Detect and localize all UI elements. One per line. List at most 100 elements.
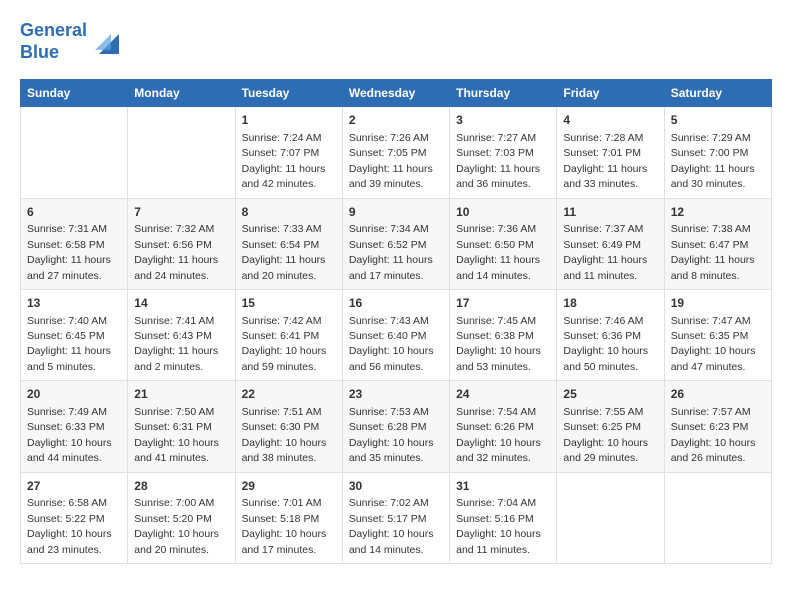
day-info: Sunrise: 7:49 AM Sunset: 6:33 PM Dayligh… — [27, 406, 112, 464]
calendar-cell: 23 Sunrise: 7:53 AM Sunset: 6:28 PM Dayl… — [342, 381, 449, 472]
day-info: Sunrise: 7:01 AM Sunset: 5:18 PM Dayligh… — [242, 497, 327, 555]
calendar-cell — [557, 472, 664, 563]
day-info: Sunrise: 7:24 AM Sunset: 7:07 PM Dayligh… — [242, 132, 326, 190]
day-info: Sunrise: 7:45 AM Sunset: 6:38 PM Dayligh… — [456, 315, 541, 373]
calendar-cell: 25 Sunrise: 7:55 AM Sunset: 6:25 PM Dayl… — [557, 381, 664, 472]
calendar-cell: 12 Sunrise: 7:38 AM Sunset: 6:47 PM Dayl… — [664, 198, 771, 289]
calendar-cell: 15 Sunrise: 7:42 AM Sunset: 6:41 PM Dayl… — [235, 289, 342, 380]
day-number: 3 — [456, 112, 550, 129]
weekday-header-tuesday: Tuesday — [235, 80, 342, 107]
day-number: 2 — [349, 112, 443, 129]
calendar-cell: 26 Sunrise: 7:57 AM Sunset: 6:23 PM Dayl… — [664, 381, 771, 472]
day-number: 18 — [563, 295, 657, 312]
day-info: Sunrise: 7:47 AM Sunset: 6:35 PM Dayligh… — [671, 315, 756, 373]
day-number: 22 — [242, 386, 336, 403]
day-number: 1 — [242, 112, 336, 129]
day-number: 7 — [134, 204, 228, 221]
calendar-cell: 27 Sunrise: 6:58 AM Sunset: 5:22 PM Dayl… — [21, 472, 128, 563]
calendar-week-2: 6 Sunrise: 7:31 AM Sunset: 6:58 PM Dayli… — [21, 198, 772, 289]
calendar-cell: 18 Sunrise: 7:46 AM Sunset: 6:36 PM Dayl… — [557, 289, 664, 380]
calendar-cell: 3 Sunrise: 7:27 AM Sunset: 7:03 PM Dayli… — [450, 107, 557, 198]
calendar-cell: 30 Sunrise: 7:02 AM Sunset: 5:17 PM Dayl… — [342, 472, 449, 563]
calendar-cell — [128, 107, 235, 198]
calendar-cell: 24 Sunrise: 7:54 AM Sunset: 6:26 PM Dayl… — [450, 381, 557, 472]
day-number: 29 — [242, 478, 336, 495]
day-number: 20 — [27, 386, 121, 403]
weekday-header-friday: Friday — [557, 80, 664, 107]
day-number: 23 — [349, 386, 443, 403]
day-info: Sunrise: 7:32 AM Sunset: 6:56 PM Dayligh… — [134, 223, 218, 281]
day-info: Sunrise: 7:29 AM Sunset: 7:00 PM Dayligh… — [671, 132, 755, 190]
calendar-table: SundayMondayTuesdayWednesdayThursdayFrid… — [20, 79, 772, 564]
day-number: 30 — [349, 478, 443, 495]
calendar-cell: 6 Sunrise: 7:31 AM Sunset: 6:58 PM Dayli… — [21, 198, 128, 289]
day-number: 5 — [671, 112, 765, 129]
calendar-cell: 1 Sunrise: 7:24 AM Sunset: 7:07 PM Dayli… — [235, 107, 342, 198]
day-info: Sunrise: 7:46 AM Sunset: 6:36 PM Dayligh… — [563, 315, 648, 373]
calendar-cell: 8 Sunrise: 7:33 AM Sunset: 6:54 PM Dayli… — [235, 198, 342, 289]
calendar-cell: 29 Sunrise: 7:01 AM Sunset: 5:18 PM Dayl… — [235, 472, 342, 563]
day-info: Sunrise: 7:34 AM Sunset: 6:52 PM Dayligh… — [349, 223, 433, 281]
day-info: Sunrise: 7:41 AM Sunset: 6:43 PM Dayligh… — [134, 315, 218, 373]
calendar-cell: 31 Sunrise: 7:04 AM Sunset: 5:16 PM Dayl… — [450, 472, 557, 563]
day-number: 6 — [27, 204, 121, 221]
day-info: Sunrise: 7:26 AM Sunset: 7:05 PM Dayligh… — [349, 132, 433, 190]
day-number: 4 — [563, 112, 657, 129]
logo-icon — [91, 26, 123, 58]
calendar-cell — [21, 107, 128, 198]
day-number: 21 — [134, 386, 228, 403]
day-number: 28 — [134, 478, 228, 495]
day-number: 8 — [242, 204, 336, 221]
day-number: 14 — [134, 295, 228, 312]
calendar-header: SundayMondayTuesdayWednesdayThursdayFrid… — [21, 80, 772, 107]
weekday-header-sunday: Sunday — [21, 80, 128, 107]
calendar-week-5: 27 Sunrise: 6:58 AM Sunset: 5:22 PM Dayl… — [21, 472, 772, 563]
logo: GeneralBlue — [20, 20, 123, 63]
day-number: 31 — [456, 478, 550, 495]
calendar-cell: 11 Sunrise: 7:37 AM Sunset: 6:49 PM Dayl… — [557, 198, 664, 289]
day-info: Sunrise: 6:58 AM Sunset: 5:22 PM Dayligh… — [27, 497, 112, 555]
day-number: 13 — [27, 295, 121, 312]
calendar-cell: 14 Sunrise: 7:41 AM Sunset: 6:43 PM Dayl… — [128, 289, 235, 380]
weekday-header-wednesday: Wednesday — [342, 80, 449, 107]
calendar-cell: 10 Sunrise: 7:36 AM Sunset: 6:50 PM Dayl… — [450, 198, 557, 289]
day-info: Sunrise: 7:43 AM Sunset: 6:40 PM Dayligh… — [349, 315, 434, 373]
day-info: Sunrise: 7:36 AM Sunset: 6:50 PM Dayligh… — [456, 223, 540, 281]
day-number: 9 — [349, 204, 443, 221]
day-info: Sunrise: 7:57 AM Sunset: 6:23 PM Dayligh… — [671, 406, 756, 464]
day-info: Sunrise: 7:54 AM Sunset: 6:26 PM Dayligh… — [456, 406, 541, 464]
calendar-cell: 19 Sunrise: 7:47 AM Sunset: 6:35 PM Dayl… — [664, 289, 771, 380]
day-info: Sunrise: 7:27 AM Sunset: 7:03 PM Dayligh… — [456, 132, 540, 190]
day-number: 27 — [27, 478, 121, 495]
day-number: 24 — [456, 386, 550, 403]
day-info: Sunrise: 7:55 AM Sunset: 6:25 PM Dayligh… — [563, 406, 648, 464]
calendar-cell — [664, 472, 771, 563]
calendar-week-4: 20 Sunrise: 7:49 AM Sunset: 6:33 PM Dayl… — [21, 381, 772, 472]
day-info: Sunrise: 7:50 AM Sunset: 6:31 PM Dayligh… — [134, 406, 219, 464]
weekday-header-row: SundayMondayTuesdayWednesdayThursdayFrid… — [21, 80, 772, 107]
logo-text: GeneralBlue — [20, 20, 87, 63]
day-info: Sunrise: 7:04 AM Sunset: 5:16 PM Dayligh… — [456, 497, 541, 555]
weekday-header-saturday: Saturday — [664, 80, 771, 107]
day-info: Sunrise: 7:38 AM Sunset: 6:47 PM Dayligh… — [671, 223, 755, 281]
calendar-body: 1 Sunrise: 7:24 AM Sunset: 7:07 PM Dayli… — [21, 107, 772, 564]
calendar-cell: 13 Sunrise: 7:40 AM Sunset: 6:45 PM Dayl… — [21, 289, 128, 380]
day-info: Sunrise: 7:02 AM Sunset: 5:17 PM Dayligh… — [349, 497, 434, 555]
day-info: Sunrise: 7:31 AM Sunset: 6:58 PM Dayligh… — [27, 223, 111, 281]
calendar-cell: 22 Sunrise: 7:51 AM Sunset: 6:30 PM Dayl… — [235, 381, 342, 472]
calendar-cell: 9 Sunrise: 7:34 AM Sunset: 6:52 PM Dayli… — [342, 198, 449, 289]
calendar-cell: 5 Sunrise: 7:29 AM Sunset: 7:00 PM Dayli… — [664, 107, 771, 198]
day-number: 19 — [671, 295, 765, 312]
day-number: 17 — [456, 295, 550, 312]
day-info: Sunrise: 7:37 AM Sunset: 6:49 PM Dayligh… — [563, 223, 647, 281]
calendar-cell: 20 Sunrise: 7:49 AM Sunset: 6:33 PM Dayl… — [21, 381, 128, 472]
day-info: Sunrise: 7:53 AM Sunset: 6:28 PM Dayligh… — [349, 406, 434, 464]
calendar-cell: 16 Sunrise: 7:43 AM Sunset: 6:40 PM Dayl… — [342, 289, 449, 380]
calendar-cell: 28 Sunrise: 7:00 AM Sunset: 5:20 PM Dayl… — [128, 472, 235, 563]
day-number: 25 — [563, 386, 657, 403]
day-info: Sunrise: 7:28 AM Sunset: 7:01 PM Dayligh… — [563, 132, 647, 190]
day-number: 16 — [349, 295, 443, 312]
calendar-cell: 4 Sunrise: 7:28 AM Sunset: 7:01 PM Dayli… — [557, 107, 664, 198]
calendar-cell: 7 Sunrise: 7:32 AM Sunset: 6:56 PM Dayli… — [128, 198, 235, 289]
day-number: 26 — [671, 386, 765, 403]
